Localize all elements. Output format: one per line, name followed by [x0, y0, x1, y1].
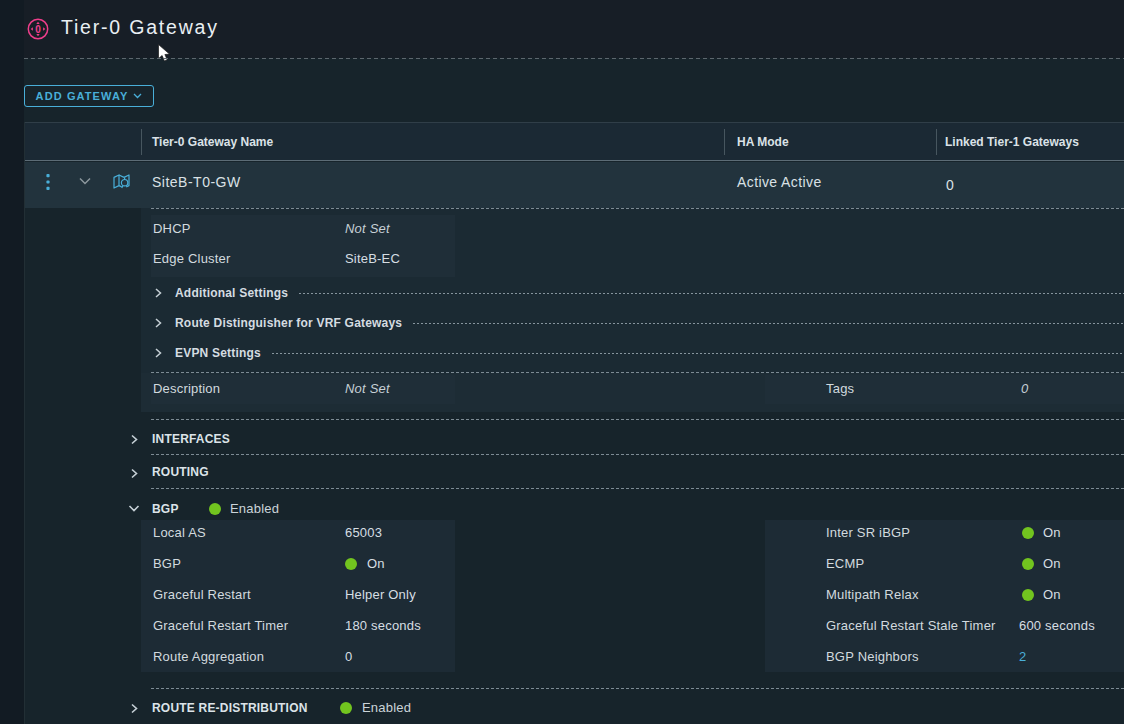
svg-text:0: 0: [35, 24, 41, 35]
